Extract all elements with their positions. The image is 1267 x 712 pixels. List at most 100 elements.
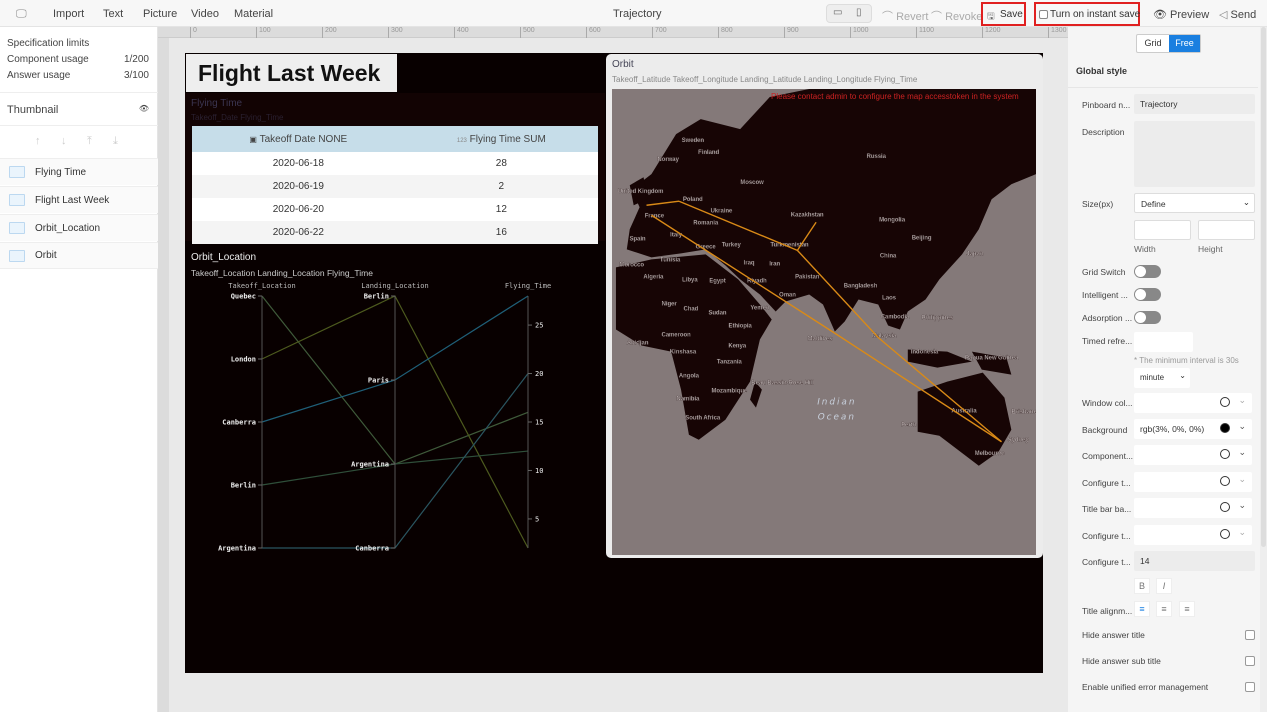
instant-save-toggle[interactable]: Turn on instant save (1034, 2, 1140, 26)
timed-refresh-label: Timed refre... (1082, 336, 1133, 346)
unified-error-label: Enable unified error management (1082, 682, 1209, 692)
thumbnail-item-flight-last-week[interactable]: Flight Last Week (0, 186, 158, 213)
revert-button[interactable]: ⌒ Revert (882, 8, 928, 24)
flying-time-widget[interactable]: Flying Time Takeoff_Date Flying_Time ▣ T… (185, 93, 605, 244)
color-swatch-icon (1220, 397, 1230, 407)
map-label: Kazakhstan (791, 212, 824, 218)
send-button[interactable]: ◁ Send (1219, 8, 1256, 21)
menu-text[interactable]: Text (103, 8, 123, 20)
background-color-picker[interactable]: rgb(3%, 0%, 0%) ⌄ (1134, 419, 1252, 439)
bold-button[interactable]: B (1134, 578, 1150, 594)
adsorption-toggle[interactable] (1134, 311, 1161, 324)
component-color-picker[interactable]: ⌄ (1134, 445, 1252, 465)
mobile-view-icon[interactable]: ▯ (856, 7, 862, 18)
pinboard-name-input[interactable]: Trajectory (1134, 94, 1255, 114)
route-map[interactable]: Sweden Finland Norway Russia Moscow United Ki… (612, 89, 1036, 555)
eye-icon[interactable]: 👁 (139, 104, 149, 116)
cell: 2020-06-20 (192, 198, 405, 221)
align-right-icon[interactable]: ≡ (1179, 601, 1195, 617)
map-label: Italy (670, 232, 682, 238)
thumbnail-item-orbit-location[interactable]: Orbit_Location (0, 214, 158, 241)
timed-refresh-input[interactable] (1134, 332, 1193, 352)
cell: 2020-06-18 (192, 152, 405, 175)
orbit-location-widget[interactable]: Orbit_Location Takeoff_Location Landing_… (185, 248, 605, 560)
unified-error-checkbox[interactable] (1245, 682, 1255, 692)
text-icon (9, 194, 25, 206)
cell: 12 (404, 198, 598, 221)
map-label: Namibia (676, 397, 700, 403)
map-label: Ethiopia (729, 323, 753, 329)
italic-button[interactable]: I (1156, 578, 1172, 594)
menu-video[interactable]: Video (191, 8, 219, 20)
column-header-takeoff-date[interactable]: ▣ Takeoff Date NONE (192, 126, 405, 152)
configure-color-picker[interactable]: ⌄ (1134, 472, 1252, 492)
revoke-button[interactable]: ⌒ Revoke (931, 8, 982, 24)
menu-material[interactable]: Material (234, 8, 273, 20)
map-label: Kinshasa (670, 350, 697, 356)
ruler-tick: 500 (520, 27, 535, 38)
instant-save-checkbox[interactable] (1039, 10, 1048, 19)
component-usage-value: 1/200 (123, 54, 149, 65)
ocean-label-line2: Ocean (818, 413, 856, 423)
cell: 2020-06-22 (192, 221, 405, 244)
map-label: Melbourne (975, 451, 1006, 457)
column-header-flying-time[interactable]: 123 Flying Time SUM (404, 126, 598, 152)
map-label: Bangladesh (844, 283, 878, 289)
tick-label: Canberra (355, 545, 389, 553)
description-input[interactable] (1134, 121, 1255, 187)
width-input[interactable] (1134, 220, 1191, 240)
move-top-icon[interactable]: ⤒ (87, 135, 92, 148)
chevron-down-icon: ⌄ (1238, 474, 1246, 484)
intelligent-toggle[interactable] (1134, 288, 1161, 301)
preview-button[interactable]: 👁 Preview (1153, 8, 1209, 21)
table-row: 2020-06-20 12 (192, 198, 598, 221)
send-label: Send (1230, 9, 1257, 21)
background-label: Background (1082, 425, 1128, 435)
map-label: Abidjan (627, 341, 649, 347)
size-select[interactable]: Define ⌄ (1134, 193, 1255, 213)
tick-label: Quebec (231, 293, 256, 301)
orbit-widget[interactable]: Orbit Takeoff_Latitude Takeoff_Longitude… (606, 54, 1043, 558)
size-label: Size(px) (1082, 199, 1114, 209)
calendar-icon: ▣ (249, 134, 257, 144)
intelligent-label: Intelligent ... (1082, 290, 1128, 300)
move-up-icon[interactable]: ↑ (35, 135, 41, 147)
hide-answer-title-checkbox[interactable] (1245, 630, 1255, 640)
unit-select[interactable]: minute ⌄ (1134, 368, 1190, 388)
map-label: Morocco (619, 262, 644, 268)
scrollbar[interactable] (1260, 27, 1267, 712)
title-widget[interactable]: Flight Last Week (186, 54, 397, 92)
thumbnail-item-orbit[interactable]: Orbit (0, 242, 158, 269)
font-size-input[interactable]: 14 (1134, 551, 1255, 571)
grid-switch-toggle[interactable] (1134, 265, 1161, 278)
move-down-icon[interactable]: ↓ (61, 135, 67, 147)
window-color-label: Window col... (1082, 398, 1133, 408)
height-input[interactable] (1198, 220, 1255, 240)
map-label: Indonesia (911, 350, 939, 356)
free-mode-button[interactable]: Free (1169, 35, 1200, 52)
map-label: Laos (882, 295, 896, 301)
menu-picture[interactable]: Picture (143, 8, 177, 20)
thumbnail-item-flying-time[interactable]: Flying Time (0, 158, 158, 185)
tick-label: Argentina (218, 545, 256, 553)
screen-icon[interactable]: 🖵 (16, 8, 27, 21)
grid-mode-button[interactable]: Grid (1137, 35, 1169, 52)
map-label: Yemen (750, 305, 769, 311)
ruler-tick: 200 (322, 27, 337, 38)
menu-import[interactable]: Import (53, 8, 84, 20)
map-label: Sudan (708, 310, 726, 316)
desktop-view-icon[interactable]: ▭ (833, 7, 842, 18)
widget-subtitle: Takeoff_Latitude Takeoff_Longitude Landi… (612, 75, 918, 84)
align-left-icon[interactable]: ≡ (1134, 601, 1150, 617)
window-color-picker[interactable]: ⌄ (1134, 393, 1252, 413)
chevron-down-icon: ⌄ (1242, 197, 1250, 207)
move-bottom-icon[interactable]: ⤓ (113, 135, 118, 148)
title-bar-color-picker[interactable]: ⌄ (1134, 498, 1252, 518)
align-center-icon[interactable]: ≡ (1156, 601, 1172, 617)
color-swatch-icon (1220, 476, 1230, 486)
map-label: Finland (698, 150, 719, 156)
save-button[interactable]: 🖫 Save (981, 2, 1026, 26)
hide-answer-subtitle-checkbox[interactable] (1245, 656, 1255, 666)
configure-color-picker[interactable]: ⌄ (1134, 525, 1252, 545)
right-settings-panel: Grid Free Global style Pinboard n... Tra… (1068, 27, 1267, 712)
